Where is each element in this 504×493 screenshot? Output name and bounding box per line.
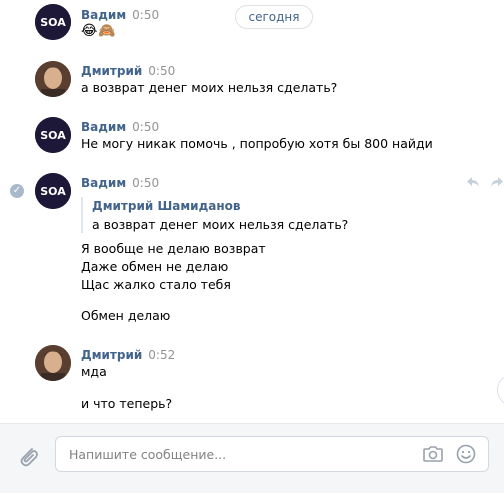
- message-time: 0:50: [132, 176, 160, 190]
- composer: Напишите сообщение...: [0, 423, 504, 493]
- message-time: 0:50: [148, 64, 176, 78]
- message-text: Щас жалко стало тебя: [81, 277, 231, 292]
- message-author[interactable]: Вадим 0:50: [81, 176, 159, 190]
- avatar[interactable]: SOA: [35, 173, 71, 209]
- message-text: а возврат денег моих нельзя сделать?: [81, 80, 338, 95]
- message-author[interactable]: Вадим 0:50: [81, 8, 159, 22]
- quote-bar: [81, 197, 83, 233]
- soa-logo-icon: SOA: [35, 173, 71, 209]
- message-text: 😂🙈: [81, 23, 117, 39]
- svg-text:SOA: SOA: [40, 129, 66, 142]
- avatar[interactable]: [35, 61, 71, 97]
- message-time: 0:50: [132, 120, 160, 134]
- forward-icon[interactable]: [490, 176, 504, 188]
- date-separator: сегодня: [235, 5, 313, 29]
- message-text: Я вообще не делаю возврат: [81, 241, 266, 256]
- user-photo-icon: [35, 61, 71, 97]
- user-photo-icon: [35, 345, 71, 381]
- message-text: Даже обмен не делаю: [81, 259, 229, 274]
- quote-author[interactable]: Дмитрий Шамиданов: [92, 199, 241, 213]
- camera-icon[interactable]: [422, 444, 444, 464]
- message-input[interactable]: Напишите сообщение...: [55, 436, 489, 472]
- quote-text: а возврат денег моих нельзя сделать?: [92, 217, 349, 232]
- svg-text:SOA: SOA: [40, 16, 66, 29]
- soa-logo-icon: SOA: [35, 4, 71, 40]
- message-text: Обмен делаю: [81, 308, 171, 323]
- message-time: 0:52: [148, 348, 176, 362]
- avatar[interactable]: SOA: [35, 4, 71, 40]
- message-author[interactable]: Дмитрий 0:50: [81, 64, 175, 78]
- message-text: и что теперь?: [81, 396, 173, 411]
- svg-text:SOA: SOA: [40, 185, 66, 198]
- soa-logo-icon: SOA: [35, 117, 71, 153]
- message-text: мда: [81, 364, 107, 379]
- avatar[interactable]: SOA: [35, 117, 71, 153]
- scroll-down-button[interactable]: [497, 374, 504, 406]
- message-time: 0:50: [132, 8, 160, 22]
- attach-icon[interactable]: [17, 443, 39, 469]
- message-author[interactable]: Дмитрий 0:52: [81, 348, 175, 362]
- check-circle-icon[interactable]: ✓: [10, 184, 24, 198]
- reply-icon[interactable]: [466, 176, 480, 188]
- message-author[interactable]: Вадим 0:50: [81, 120, 159, 134]
- message-input-placeholder: Напишите сообщение...: [69, 447, 227, 462]
- message-text: Не могу никак помочь , попробую хотя бы …: [81, 136, 433, 151]
- smile-icon[interactable]: [456, 444, 476, 464]
- avatar[interactable]: [35, 345, 71, 381]
